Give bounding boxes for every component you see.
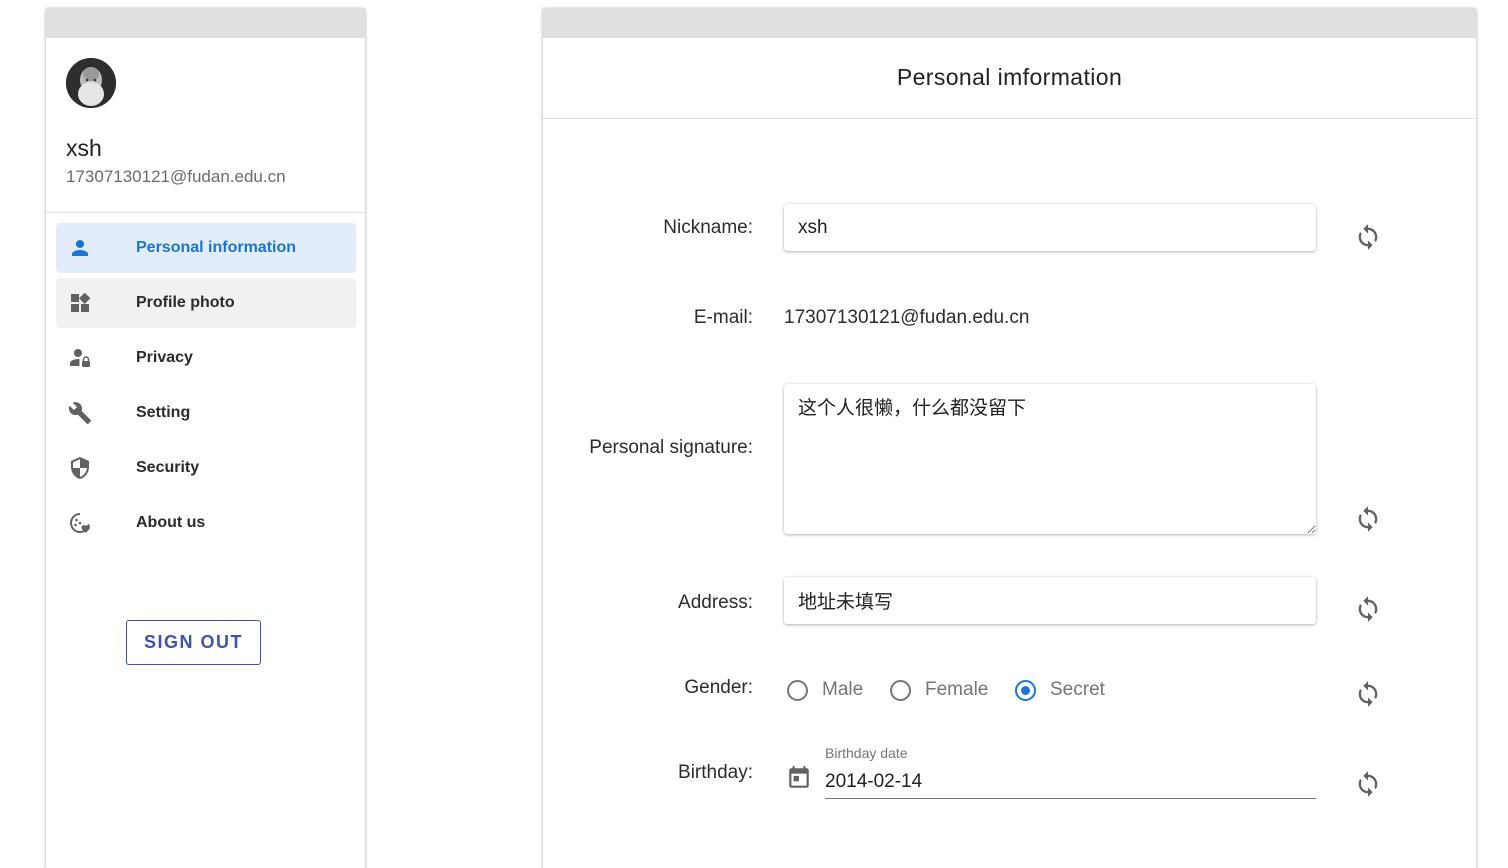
person-lock-icon	[70, 349, 90, 367]
widgets-icon	[71, 292, 91, 312]
birthday-field[interactable]	[825, 766, 1316, 799]
radio-female[interactable]	[890, 679, 911, 701]
main-header-bar	[543, 8, 1476, 38]
radio-male[interactable]	[787, 679, 808, 701]
sidebar-item-label: About us	[136, 514, 206, 531]
address-field[interactable]	[784, 577, 1316, 624]
wrench-icon	[68, 402, 91, 424]
page-title: Personal imformation	[896, 64, 1123, 90]
birthday-label: Birthday:	[678, 762, 753, 783]
sidebar-item-label: Personal information	[136, 239, 297, 256]
sync-icon[interactable]	[1354, 680, 1382, 708]
sidebar-nav: Personal information Profile photo Priva…	[56, 223, 356, 553]
sync-icon[interactable]	[1354, 770, 1382, 798]
sync-icon[interactable]	[1354, 505, 1382, 533]
gender-option-female[interactable]: Female	[890, 679, 988, 701]
address-label: Address:	[678, 592, 753, 613]
sidebar-item-personal-information[interactable]: Personal information	[56, 223, 356, 273]
gender-option-male[interactable]: Male	[787, 679, 863, 701]
calendar-icon[interactable]	[786, 765, 812, 791]
sidebar-card: xsh 17307130121@fudan.edu.cn Personal in…	[46, 8, 365, 868]
sidebar-item-label: Security	[136, 459, 200, 476]
divider	[543, 118, 1476, 119]
sidebar-item-label: Privacy	[136, 349, 193, 366]
nickname-field[interactable]	[784, 204, 1316, 251]
radio-label: Male	[822, 679, 864, 700]
radio-label: Female	[925, 679, 989, 700]
sidebar-item-security[interactable]: Security	[56, 443, 356, 493]
signature-label: Personal signature:	[589, 437, 753, 458]
sidebar-item-profile-photo[interactable]: Profile photo	[56, 278, 356, 328]
sidebar-item-setting[interactable]: Setting	[56, 388, 356, 438]
user-email: 17307130121@fudan.edu.cn	[66, 167, 286, 186]
birthday-caption: Birthday date	[825, 745, 908, 761]
radio-label: Secret	[1050, 679, 1105, 700]
signature-field[interactable]: 这个人很懒，什么都没留下	[784, 384, 1316, 534]
sidebar-header-bar	[46, 8, 365, 38]
avatar[interactable]	[66, 58, 116, 108]
sidebar-item-privacy[interactable]: Privacy	[56, 333, 356, 383]
sidebar-item-about-us[interactable]: About us	[56, 498, 356, 548]
sync-icon[interactable]	[1354, 595, 1382, 623]
user-name: xsh	[66, 135, 102, 161]
gender-option-secret[interactable]: Secret	[1015, 679, 1105, 701]
divider	[46, 212, 365, 213]
sign-out-button[interactable]: SIGN OUT	[126, 620, 261, 665]
radio-secret[interactable]	[1015, 679, 1036, 701]
sync-icon[interactable]	[1354, 223, 1382, 251]
shield-icon	[71, 457, 89, 479]
sidebar-item-label: Setting	[136, 404, 191, 421]
sidebar-item-label: Profile photo	[136, 294, 235, 311]
nickname-label: Nickname:	[663, 217, 753, 238]
personal-information-card: Personal imformation Nickname: E-mail: 1…	[543, 8, 1476, 868]
cookie-heart-icon	[70, 513, 90, 533]
person-icon	[72, 240, 88, 256]
email-value: 17307130121@fudan.edu.cn	[784, 307, 1030, 328]
gender-label: Gender:	[684, 677, 753, 698]
email-label: E-mail:	[693, 307, 753, 328]
